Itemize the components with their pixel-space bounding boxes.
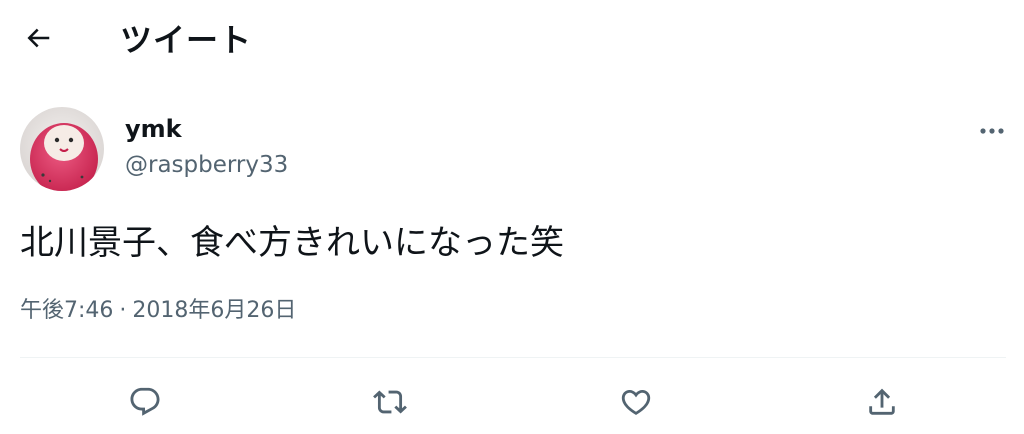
avatar-daruma-image: [20, 107, 104, 191]
retweet-button[interactable]: [368, 380, 412, 424]
divider: [20, 357, 1006, 358]
meta-separator: ·: [119, 298, 127, 323]
reply-button[interactable]: [123, 380, 167, 424]
page-header: ツイート: [0, 0, 1024, 80]
author-username[interactable]: @raspberry33: [125, 150, 288, 180]
heart-icon: [619, 385, 653, 419]
page-title: ツイート: [120, 21, 253, 59]
retweet-icon: [373, 385, 407, 419]
reply-icon: [128, 385, 162, 419]
arrow-left-icon: [23, 23, 53, 57]
share-icon: [865, 385, 899, 419]
tweet-date: 2018年6月26日: [132, 298, 297, 323]
share-button[interactable]: [860, 380, 904, 424]
author-avatar[interactable]: [20, 107, 104, 191]
like-button[interactable]: [614, 380, 658, 424]
tweet-text: 北川景子、食べ方きれいになった笑: [20, 223, 564, 263]
back-button[interactable]: [18, 20, 58, 60]
tweet-time: 午後7:46: [20, 298, 114, 323]
more-options-button[interactable]: [972, 114, 1012, 144]
tweet-timestamp[interactable]: 午後7:46 · 2018年6月26日: [20, 296, 296, 326]
more-dots-icon: [979, 120, 1005, 139]
author-display-name[interactable]: ymk: [125, 114, 182, 144]
